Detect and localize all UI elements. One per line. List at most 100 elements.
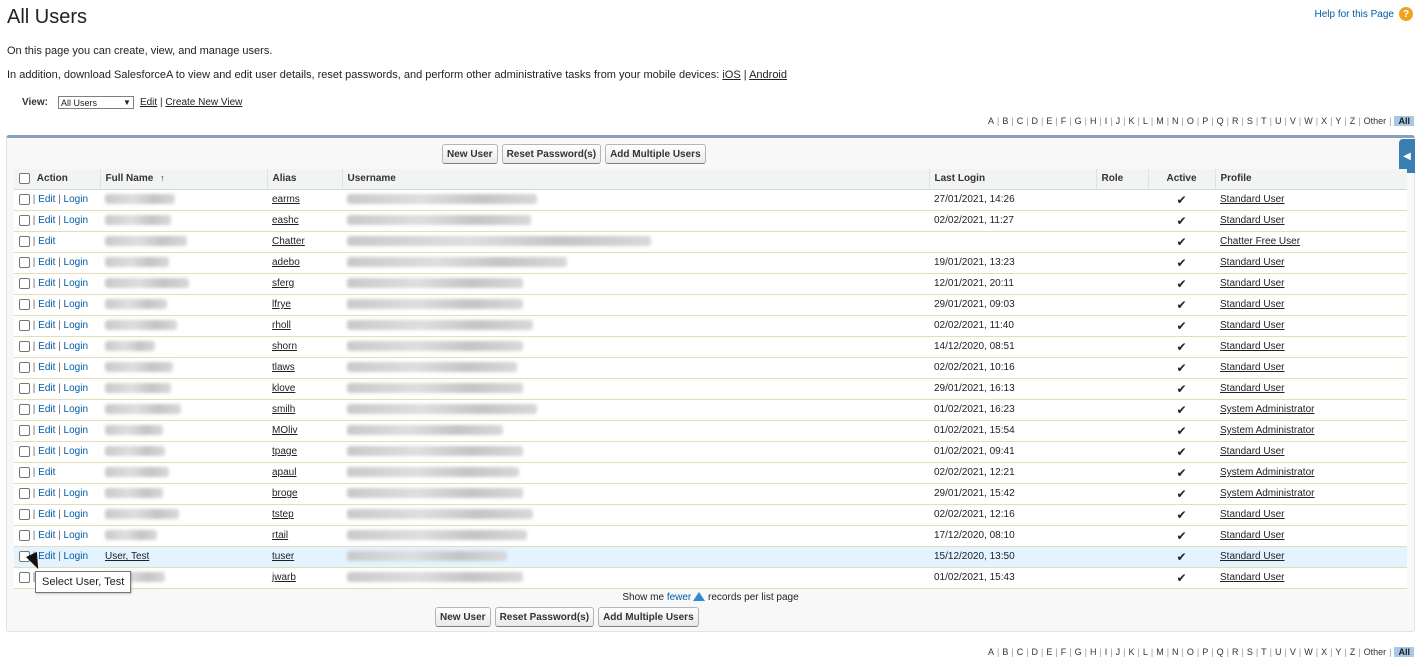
alpha-filter-z[interactable]: Z <box>1347 647 1359 657</box>
alpha-filter-l[interactable]: L <box>1140 116 1151 126</box>
redacted-name[interactable] <box>105 236 187 247</box>
row-profile-link[interactable]: Standard User <box>1220 320 1284 331</box>
alpha-filter-b[interactable]: B <box>999 647 1011 657</box>
row-alias[interactable]: adebo <box>272 257 300 268</box>
alpha-filter-g[interactable]: G <box>1072 647 1085 657</box>
alpha-filter-i[interactable]: I <box>1102 647 1111 657</box>
alpha-filter-k[interactable]: K <box>1125 116 1137 126</box>
alpha-filter-z[interactable]: Z <box>1347 116 1359 126</box>
header-full-name[interactable]: Full Name ↑ <box>99 169 267 190</box>
alpha-filter-s[interactable]: S <box>1244 116 1256 126</box>
alpha-filter-m[interactable]: M <box>1153 647 1167 657</box>
row-checkbox[interactable] <box>19 277 30 289</box>
row-edit-link[interactable]: Edit <box>38 530 55 541</box>
redacted-name[interactable] <box>105 383 171 394</box>
alpha-filter-y[interactable]: Y <box>1332 647 1344 657</box>
row-edit-link[interactable]: Edit <box>38 404 55 415</box>
row-edit-link[interactable]: Edit <box>38 383 55 394</box>
ios-link[interactable]: iOS <box>722 69 740 81</box>
row-profile-link[interactable]: Standard User <box>1220 278 1284 289</box>
row-login-link[interactable]: Login <box>64 194 88 205</box>
row-login-link[interactable]: Login <box>64 278 88 289</box>
row-login-link[interactable]: Login <box>64 362 88 373</box>
header-last-login[interactable]: Last Login <box>928 169 1096 190</box>
alpha-filter-g[interactable]: G <box>1072 116 1085 126</box>
row-edit-link[interactable]: Edit <box>38 236 55 247</box>
alpha-filter-t[interactable]: T <box>1258 116 1270 126</box>
row-checkbox[interactable] <box>19 340 30 352</box>
alpha-filter-x[interactable]: X <box>1318 116 1330 126</box>
redacted-name[interactable] <box>105 341 155 352</box>
alpha-filter-s[interactable]: S <box>1244 647 1256 657</box>
row-checkbox[interactable] <box>19 445 30 457</box>
redacted-name[interactable] <box>105 299 167 310</box>
redacted-name[interactable] <box>105 404 181 415</box>
alpha-filter-o[interactable]: O <box>1184 647 1197 657</box>
alpha-filter-j[interactable]: J <box>1113 647 1124 657</box>
row-profile-link[interactable]: System Administrator <box>1220 404 1314 415</box>
row-profile-link[interactable]: Standard User <box>1220 215 1284 226</box>
alpha-filter-e[interactable]: E <box>1043 116 1055 126</box>
alpha-filter-v[interactable]: V <box>1287 116 1299 126</box>
android-link[interactable]: Android <box>749 69 787 81</box>
reset-password-button[interactable]: Reset Password(s) <box>494 607 595 627</box>
row-alias[interactable]: jwarb <box>272 572 296 583</box>
row-alias[interactable]: rholl <box>272 320 291 331</box>
alpha-filter-d[interactable]: D <box>1029 116 1042 126</box>
row-alias[interactable]: klove <box>272 383 295 394</box>
alpha-filter-l[interactable]: L <box>1140 647 1151 657</box>
row-alias[interactable]: tuser <box>272 551 294 562</box>
alpha-filter-f[interactable]: F <box>1058 116 1070 126</box>
new-user-button[interactable]: New User <box>442 144 498 164</box>
alpha-filter-b[interactable]: B <box>999 116 1011 126</box>
row-login-link[interactable]: Login <box>64 509 88 520</box>
row-alias[interactable]: broge <box>272 488 298 499</box>
alpha-filter-e[interactable]: E <box>1043 647 1055 657</box>
row-login-link[interactable]: Login <box>64 257 88 268</box>
row-edit-link[interactable]: Edit <box>38 215 55 226</box>
row-edit-link[interactable]: Edit <box>38 509 55 520</box>
redacted-name[interactable] <box>105 425 163 436</box>
row-checkbox[interactable] <box>19 382 30 394</box>
alpha-filter-other[interactable]: Other <box>1361 116 1390 126</box>
header-alias[interactable]: Alias <box>266 169 342 190</box>
row-login-link[interactable]: Login <box>64 320 88 331</box>
edit-view-link[interactable]: Edit <box>140 97 157 108</box>
alpha-filter-p[interactable]: P <box>1199 647 1211 657</box>
header-username[interactable]: Username <box>341 169 929 190</box>
row-profile-link[interactable]: Standard User <box>1220 530 1284 541</box>
row-profile-link[interactable]: Standard User <box>1220 383 1284 394</box>
row-login-link[interactable]: Login <box>64 404 88 415</box>
row-alias[interactable]: sferg <box>272 278 294 289</box>
fewer-link[interactable]: fewer <box>667 592 691 603</box>
new-user-button[interactable]: New User <box>435 607 491 627</box>
alpha-filter-f[interactable]: F <box>1058 647 1070 657</box>
redacted-name[interactable] <box>105 215 171 226</box>
alpha-filter-q[interactable]: Q <box>1214 647 1227 657</box>
row-alias[interactable]: tstep <box>272 509 294 520</box>
redacted-name[interactable] <box>105 320 177 331</box>
alpha-filter-h[interactable]: H <box>1087 647 1100 657</box>
header-role[interactable]: Role <box>1095 169 1148 190</box>
row-edit-link[interactable]: Edit <box>38 341 55 352</box>
row-alias[interactable]: MOliv <box>272 425 298 436</box>
redacted-name[interactable] <box>105 257 169 268</box>
alpha-filter-r[interactable]: R <box>1229 647 1242 657</box>
alpha-filter-m[interactable]: M <box>1153 116 1167 126</box>
reset-password-button[interactable]: Reset Password(s) <box>501 144 602 164</box>
row-alias[interactable]: tlaws <box>272 362 295 373</box>
row-login-link[interactable]: Login <box>64 341 88 352</box>
header-profile[interactable]: Profile <box>1214 169 1407 190</box>
alpha-filter-a[interactable]: A <box>985 647 997 657</box>
row-checkbox[interactable] <box>19 403 30 415</box>
row-login-link[interactable]: Login <box>64 446 88 457</box>
row-checkbox[interactable] <box>19 571 30 583</box>
row-edit-link[interactable]: Edit <box>38 467 55 478</box>
row-alias[interactable]: smilh <box>272 404 295 415</box>
alpha-filter-x[interactable]: X <box>1318 647 1330 657</box>
row-login-link[interactable]: Login <box>64 299 88 310</box>
redacted-name[interactable] <box>105 467 169 478</box>
header-active[interactable]: Active <box>1147 169 1215 190</box>
help-label[interactable]: Help for this Page <box>1315 9 1395 20</box>
redacted-name[interactable] <box>105 278 189 289</box>
